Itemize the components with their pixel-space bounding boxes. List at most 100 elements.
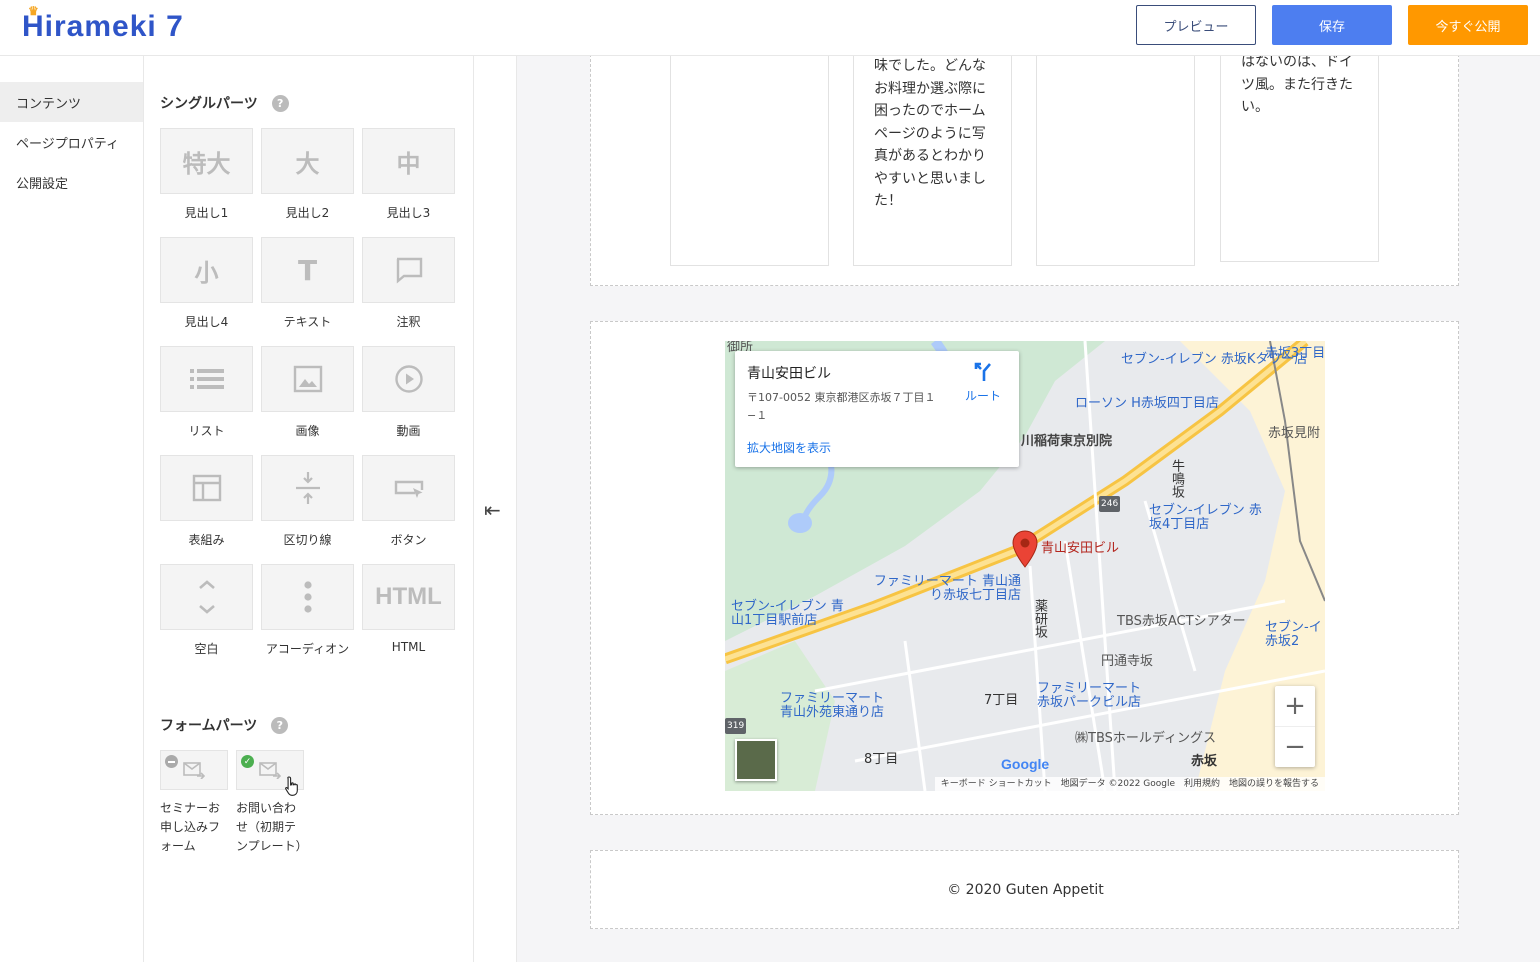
help-icon[interactable]: ? [271, 94, 289, 112]
map-label: ファミリーマート 赤坂パークビル店 [1037, 681, 1142, 710]
page-canvas: 味でした。どんなお料理か選ぶ際に困ったのでホームページのように写真があるとわかり… [517, 56, 1540, 962]
tile-button[interactable] [362, 455, 455, 521]
tile-video[interactable] [362, 346, 455, 412]
tile-label: テキスト [283, 315, 332, 329]
tile-label: 見出し2 [285, 206, 330, 220]
map-label: 8丁目 [864, 752, 899, 767]
place-name: 青山安田ビル [747, 366, 831, 382]
tile-image[interactable] [261, 346, 354, 412]
map-pin-icon[interactable] [1012, 530, 1038, 568]
tile-spacer[interactable] [160, 564, 253, 630]
palette-collapse-strip: ⇤ [474, 56, 517, 962]
tile-label: 動画 [396, 424, 421, 438]
crown-icon: ♛ [28, 4, 40, 18]
testimonial-card: はないのは、ドイツ風。また行きたい。 [1220, 56, 1379, 262]
map-label: ㈱TBSホールディングス [1075, 731, 1216, 746]
tile-label: 画像 [295, 424, 320, 438]
divider-icon [295, 472, 320, 504]
map-attribution[interactable]: キーボード ショートカット 地図データ ©2022 Google 利用規約 地図… [934, 777, 1325, 791]
tile-label: 表組み [188, 533, 225, 547]
directions-button[interactable]: ルート [961, 361, 1005, 404]
map-label: TBS赤坂ACTシアター [1117, 614, 1246, 629]
route-shield: 319 [725, 718, 747, 734]
route-shield: 246 [1099, 496, 1121, 512]
minus-badge-icon [165, 755, 178, 768]
map-label: 青山安田ビル [1041, 541, 1120, 556]
nav-item-contents[interactable]: コンテンツ [0, 82, 143, 122]
testimonial-card: 味でした。どんなお料理か選ぶ際に困ったのでホームページのように写真があるとわかり… [853, 56, 1012, 266]
testimonial-card [1036, 56, 1195, 266]
form-tile-contact[interactable]: ✓ [236, 750, 304, 796]
place-address: 〒107-0052 東京都港区赤坂７丁目１−１ [747, 391, 936, 422]
publish-now-button[interactable]: 今すぐ公開 [1408, 5, 1528, 45]
tile-heading-3[interactable]: 中 [362, 128, 455, 194]
tile-list[interactable] [160, 346, 253, 412]
button-icon [394, 480, 423, 498]
zoom-in-button[interactable]: + [1275, 686, 1315, 726]
map-label: ファミリーマート 青山通り赤坂七丁目店 [873, 574, 1021, 603]
testimonial-card [670, 56, 829, 266]
logo-text: Hirameki 7 [22, 10, 184, 43]
map-label: 牛鳴坂 [1169, 459, 1184, 498]
map-block[interactable]: セブン-イレブン 赤坂Kタワー店 赤坂3丁目 ローソン H赤坂四丁目店 赤坂見附… [590, 321, 1459, 815]
hirameki-logo[interactable]: ♛ Hirameki 7 [22, 4, 184, 44]
tile-label: 空白 [194, 642, 219, 656]
map-label: セブン-イ 赤坂2 [1265, 620, 1322, 649]
map-label: ローソン H赤坂四丁目店 [1075, 396, 1219, 411]
hand-pointer-icon [285, 776, 298, 796]
form-tile-label: お問い合わせ（初期テンプレート） [236, 801, 308, 853]
spacer-icon [198, 580, 215, 614]
form-tile-seminar[interactable] [160, 750, 228, 790]
map-label: 7丁目 [984, 693, 1019, 708]
zoom-out-button[interactable]: − [1275, 726, 1315, 766]
view-larger-map-link[interactable]: 拡大地図を表示 [747, 439, 831, 456]
table-icon [192, 474, 221, 502]
tile-heading-1[interactable]: 特大 [160, 128, 253, 194]
map-label: 赤坂見附 [1268, 426, 1321, 441]
tile-label: 区切り線 [283, 533, 332, 547]
play-circle-icon [394, 365, 423, 393]
tile-label: ボタン [390, 533, 427, 547]
footer-block[interactable]: © 2020 Guten Appetit [590, 850, 1459, 929]
collapse-left-icon[interactable]: ⇤ [484, 498, 501, 522]
map-label: セブン-イレブン 青山1丁目駅前店 [731, 599, 844, 628]
map-label: 赤坂 [1191, 754, 1218, 769]
mail-send-icon [259, 762, 281, 779]
help-icon[interactable]: ? [271, 716, 289, 734]
map-label: 薬研坂 [1032, 599, 1047, 638]
tile-label: HTML [391, 640, 426, 654]
tile-text[interactable]: T [261, 237, 354, 303]
map-label: 円通寺坂 [1101, 654, 1154, 669]
tile-heading-2[interactable]: 大 [261, 128, 354, 194]
form-tile-label: セミナーお申し込みフォーム [160, 801, 221, 853]
save-button[interactable]: 保存 [1272, 5, 1392, 45]
preview-button[interactable]: プレビュー [1136, 5, 1256, 45]
map-label: セブン-イレブン 赤坂4丁目店 [1149, 503, 1262, 532]
tile-label: 見出し1 [184, 206, 229, 220]
zoom-controls: + − [1275, 686, 1315, 767]
tile-heading-4[interactable]: 小 [160, 237, 253, 303]
side-nav: コンテンツ ページプロパティ 公開設定 [0, 56, 144, 962]
google-map[interactable]: セブン-イレブン 赤坂Kタワー店 赤坂3丁目 ローソン H赤坂四丁目店 赤坂見附… [725, 341, 1325, 791]
nav-item-publish-settings[interactable]: 公開設定 [0, 162, 143, 202]
vertical-dots-icon [303, 581, 312, 613]
form-parts-heading: フォームパーツ ? [160, 715, 289, 735]
tile-annotation[interactable] [362, 237, 455, 303]
tile-label: 見出し3 [386, 206, 431, 220]
comment-icon [396, 257, 422, 284]
copyright-text: © 2020 Guten Appetit [947, 882, 1104, 898]
app-header: ♛ Hirameki 7 プレビュー 保存 今すぐ公開 [0, 0, 1540, 56]
tile-html[interactable]: HTML [362, 564, 455, 630]
map-label: 赤坂3丁目 [1265, 346, 1325, 361]
parts-palette: シングルパーツ ? 特大 見出し1 大 見出し2 中 見出し3 小 見出し4 T… [144, 56, 474, 962]
map-label: ファミリーマート 青山外苑東通り店 [780, 691, 885, 720]
tile-label: アコーディオン [265, 642, 350, 656]
tile-label: 見出し4 [184, 315, 229, 329]
tile-accordion[interactable] [261, 564, 354, 630]
satellite-toggle[interactable] [735, 739, 777, 781]
tile-table[interactable] [160, 455, 253, 521]
tile-divider[interactable] [261, 455, 354, 521]
testimonial-block[interactable]: 味でした。どんなお料理か選ぶ際に困ったのでホームページのように写真があるとわかり… [590, 56, 1459, 286]
nav-item-page-properties[interactable]: ページプロパティ [0, 122, 143, 162]
map-label: 川稲荷東京別院 [1021, 434, 1113, 449]
